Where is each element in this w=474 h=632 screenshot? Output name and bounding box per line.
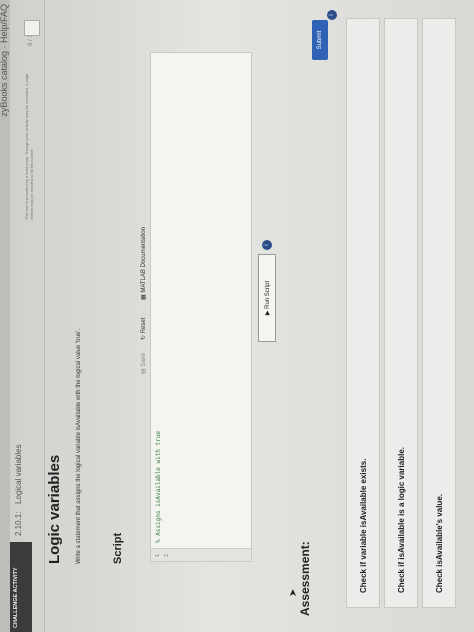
play-icon: ▶	[265, 308, 271, 316]
reset-icon: ↻	[141, 333, 147, 340]
save-label: Save	[141, 352, 147, 367]
activity-number: 2.10.1:	[14, 511, 23, 536]
code-editor[interactable]: 1 2 % Assigns isAvailable with true	[150, 52, 252, 562]
assessment-check-row: Check if variable isAvailable exists.	[346, 18, 380, 608]
activity-score: 0 / 1	[28, 34, 34, 46]
save-button[interactable]: ▤ Save	[140, 353, 147, 374]
challenge-page: zyBooks catalog · Help/FAQ CHALLENGE ACT…	[0, 0, 474, 632]
run-script-button[interactable]: ▶ Run Script	[258, 254, 276, 342]
third-party-note: This tool is provided by a third party. …	[24, 73, 34, 220]
assessment-heading: Assessment:	[298, 541, 312, 616]
browser-top-strip: zyBooks catalog · Help/FAQ	[0, 0, 10, 632]
reset-label: Reset	[141, 317, 147, 334]
mouse-cursor-icon: ➤	[288, 588, 299, 597]
run-script-label: Run Script	[265, 280, 271, 309]
line-number-1: 1	[155, 553, 161, 557]
task-description: Write a statement that assigns the logic…	[76, 328, 82, 564]
assessment-check-row: Check isAvailable's value.	[422, 18, 456, 608]
page-title: Logic variables	[46, 454, 63, 564]
submit-button[interactable]: Submit	[312, 20, 328, 60]
screenshot-stage: zyBooks catalog · Help/FAQ CHALLENGE ACT…	[0, 0, 474, 632]
assessment-check-label: Check if variable isAvailable exists.	[359, 458, 368, 593]
challenge-activity-badge: CHALLENGE ACTIVITY	[10, 542, 32, 632]
code-comment-line[interactable]: % Assigns isAvailable with true	[155, 431, 162, 543]
assessment-check-label: Check if isAvailable is a logic variable…	[397, 447, 406, 593]
line-number-2: 2	[164, 553, 170, 557]
matlab-documentation-link[interactable]: ▦ MATLAB Documentation	[140, 227, 147, 300]
save-icon: ▤	[141, 366, 147, 374]
activity-name: Logical variables	[14, 444, 23, 504]
script-heading: Script	[112, 532, 124, 564]
documentation-label: MATLAB Documentation	[141, 227, 147, 293]
assessment-check-row: Check if isAvailable is a logic variable…	[384, 18, 418, 608]
reset-button[interactable]: ↻ Reset	[140, 318, 147, 340]
score-checkbox	[24, 20, 40, 36]
run-info-icon[interactable]: i	[262, 240, 272, 250]
header-divider	[44, 0, 45, 632]
browser-nav-text[interactable]: zyBooks catalog · Help/FAQ	[0, 4, 9, 117]
assessment-check-label: Check isAvailable's value.	[435, 494, 444, 593]
submit-info-icon[interactable]: i	[327, 10, 337, 20]
documentation-icon: ▦	[141, 292, 147, 300]
line-number-gutter: 1 2	[151, 548, 251, 561]
